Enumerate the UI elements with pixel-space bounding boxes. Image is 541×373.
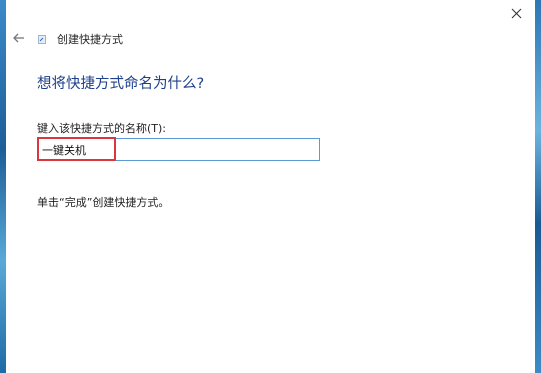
shortcut-name-input[interactable] — [37, 138, 320, 161]
close-icon — [511, 8, 521, 18]
back-arrow-icon — [13, 33, 24, 43]
finish-instruction: 单击“完成”创建快捷方式。 — [37, 196, 170, 209]
wizard-title: 创建快捷方式 — [57, 33, 123, 46]
create-shortcut-wizard: 创建快捷方式 想将快捷方式命名为什么? 键入该快捷方式的名称(T): 单击“完成… — [6, 0, 535, 373]
desktop-background-right — [535, 0, 541, 373]
close-button[interactable] — [505, 2, 527, 24]
back-button[interactable] — [10, 29, 28, 47]
page-heading: 想将快捷方式命名为什么? — [37, 76, 205, 92]
shortcut-icon — [38, 35, 46, 44]
shortcut-name-label: 键入该快捷方式的名称(T): — [37, 122, 167, 135]
